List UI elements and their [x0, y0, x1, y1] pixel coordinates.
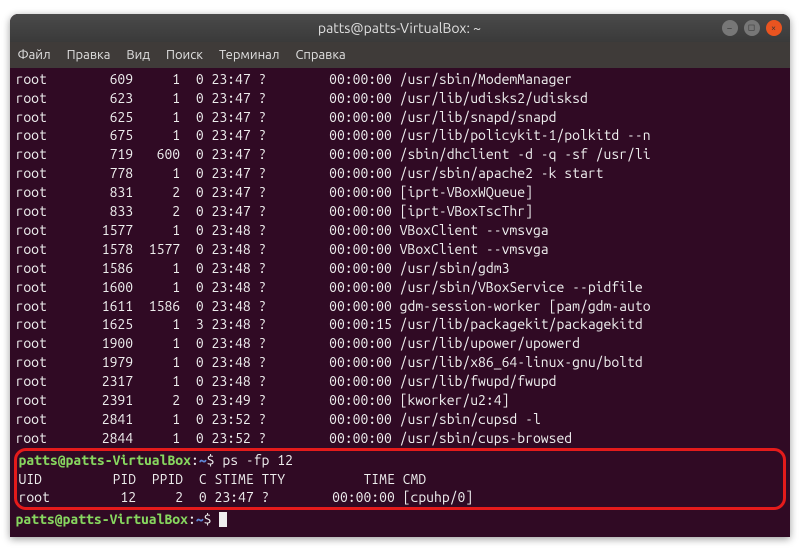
- menu-edit[interactable]: Правка: [67, 48, 111, 62]
- process-row: root 1900 1 0 23:48 ? 00:00:00 /usr/lib/…: [16, 334, 784, 353]
- process-row: root 1577 1 0 23:48 ? 00:00:00 VBoxClien…: [16, 221, 784, 240]
- process-row: root 1979 1 0 23:48 ? 00:00:00 /usr/lib/…: [16, 353, 784, 372]
- process-row: root 2317 1 0 23:48 ? 00:00:00 /usr/lib/…: [16, 372, 784, 391]
- process-row: root 625 1 0 23:47 ? 00:00:00 /usr/lib/s…: [16, 108, 784, 127]
- prompt-line: patts@patts-VirtualBox:~$: [16, 510, 784, 529]
- cursor: [219, 512, 227, 527]
- process-row: root 2841 1 0 23:52 ? 00:00:00 /usr/sbin…: [16, 410, 784, 429]
- process-row: root 623 1 0 23:47 ? 00:00:00 /usr/lib/u…: [16, 89, 784, 108]
- terminal-window: patts@patts-VirtualBox: ~ – ◻ × Файл Пра…: [10, 14, 790, 537]
- process-row: root 1586 1 0 23:48 ? 00:00:00 /usr/sbin…: [16, 259, 784, 278]
- menu-search[interactable]: Поиск: [166, 48, 203, 62]
- prompt-line: patts@patts-VirtualBox:~$ ps -fp 12: [19, 451, 781, 470]
- process-row: root 609 1 0 23:47 ? 00:00:00 /usr/sbin/…: [16, 70, 784, 89]
- prompt-userhost: patts@patts-VirtualBox: [16, 511, 188, 527]
- highlighted-region: patts@patts-VirtualBox:~$ ps -fp 12UID P…: [14, 448, 786, 511]
- process-row: root 1600 1 0 23:48 ? 00:00:00 /usr/sbin…: [16, 278, 784, 297]
- process-row: root 719 600 0 23:47 ? 00:00:00 /sbin/dh…: [16, 145, 784, 164]
- menu-help[interactable]: Справка: [295, 48, 345, 62]
- menu-terminal[interactable]: Терминал: [219, 48, 279, 62]
- process-row: root 833 2 0 23:47 ? 00:00:00 [iprt-VBox…: [16, 202, 784, 221]
- process-row: root 1611 1586 0 23:48 ? 00:00:00 gdm-se…: [16, 297, 784, 316]
- prompt-path: ~: [196, 511, 204, 527]
- close-button[interactable]: ×: [766, 20, 782, 36]
- command-text: ps -fp 12: [222, 452, 293, 468]
- menu-file[interactable]: Файл: [18, 48, 51, 62]
- menubar: Файл Правка Вид Поиск Терминал Справка: [10, 42, 790, 68]
- window-title: patts@patts-VirtualBox: ~: [318, 20, 481, 36]
- prompt-path: ~: [199, 452, 207, 468]
- process-row: root 778 1 0 23:47 ? 00:00:00 /usr/sbin/…: [16, 164, 784, 183]
- process-row: root 1578 1577 0 23:48 ? 00:00:00 VBoxCl…: [16, 240, 784, 259]
- process-row: root 2844 1 0 23:52 ? 00:00:00 /usr/sbin…: [16, 429, 784, 448]
- titlebar: patts@patts-VirtualBox: ~ – ◻ ×: [10, 14, 790, 42]
- process-row: root 675 1 0 23:47 ? 00:00:00 /usr/lib/p…: [16, 126, 784, 145]
- window-controls: – ◻ ×: [722, 20, 782, 36]
- maximize-button[interactable]: ◻: [744, 20, 760, 36]
- ps-header: UID PID PPID C STIME TTY TIME CMD: [19, 470, 781, 489]
- minimize-button[interactable]: –: [722, 20, 738, 36]
- prompt-userhost: patts@patts-VirtualBox: [19, 452, 191, 468]
- ps-result-row: root 12 2 0 23:47 ? 00:00:00 [cpuhp/0]: [19, 488, 781, 507]
- process-row: root 2391 2 0 23:49 ? 00:00:00 [kworker/…: [16, 391, 784, 410]
- menu-view[interactable]: Вид: [126, 48, 150, 62]
- terminal-output[interactable]: root 609 1 0 23:47 ? 00:00:00 /usr/sbin/…: [10, 68, 790, 537]
- process-row: root 831 2 0 23:47 ? 00:00:00 [iprt-VBox…: [16, 183, 784, 202]
- process-row: root 1625 1 3 23:48 ? 00:00:15 /usr/lib/…: [16, 315, 784, 334]
